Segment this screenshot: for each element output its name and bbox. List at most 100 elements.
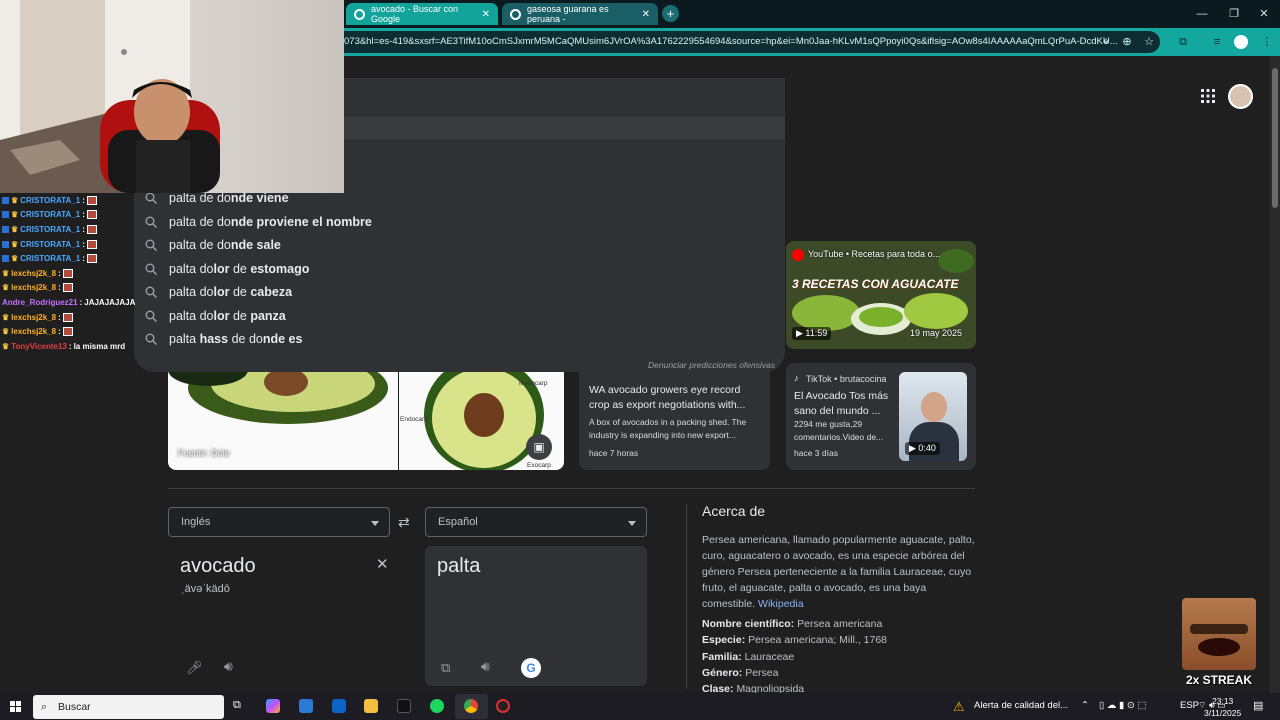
apps-grid-icon[interactable] [1201,89,1215,103]
news-title: WA avocado growers eye record crop as ex… [589,384,746,411]
search-icon [145,333,157,345]
spotify-icon[interactable] [430,699,444,713]
outlook-icon[interactable] [332,699,346,713]
copy-icon[interactable]: ⧉ [441,660,450,676]
store-icon[interactable] [299,699,313,713]
media-icon[interactable]: ≡ [1210,35,1224,49]
source-text-box[interactable]: avocado ˌävəˈkädō ✕ 🎤︎ 🔊︎ [168,546,405,686]
tray-chevron-icon[interactable]: ⌃ [1081,700,1089,711]
suggestion-text: palta de donde proviene el nombre [169,215,372,229]
news-result-card[interactable]: WA avocado growers eye record crop as ex… [579,363,770,470]
chat-username[interactable]: lexchsj2k_8 [11,313,56,322]
tab-avocado[interactable]: avocado - Buscar con Google ✕ [346,3,498,25]
suggestion-text: palta de donde sale [169,238,281,252]
source-language-select[interactable]: Inglés [168,507,390,537]
tray-app-icons[interactable]: ▯ ☁ ▮ ⊙ ⬚ [1099,700,1146,711]
chat-username[interactable]: CRISTORATA_1 [20,225,80,234]
tiktok-source: TikTok • brutacocina [806,374,887,384]
chrome-icon[interactable] [464,699,478,713]
notifications-icon[interactable]: ▤ [1253,699,1263,712]
crown-icon: ♛ [11,254,19,264]
source-text[interactable]: avocado [180,555,256,578]
tiktok-result-card[interactable]: ♪ TikTok • brutacocina El Avocado Tos má… [786,363,976,470]
search-suggestion[interactable]: palta de donde sale [145,235,281,255]
image-result-avocado[interactable]: Fuente: Dole [168,360,398,470]
clock-date[interactable]: 3/11/2025 [1204,708,1241,718]
about-heading: Acerca de [702,503,766,519]
clock-time[interactable]: 23:13 [1212,696,1233,706]
file-explorer-icon[interactable] [364,699,378,713]
chat-username[interactable]: CRISTORATA_1 [20,240,80,249]
language-indicator[interactable]: ESP [1180,700,1199,711]
emote-icon [62,327,73,337]
tab-guarana[interactable]: gaseosa guarana es peruana - ✕ [502,3,658,25]
page-scrollbar[interactable] [1270,56,1280,693]
task-view-icon[interactable]: ⧉ [233,699,247,713]
tiktok-thumbnail[interactable]: ▶ 0:40 [899,372,967,461]
weather-alert-text[interactable]: Alerta de calidad del... [974,700,1068,711]
bookmark-star-icon[interactable]: ☆ [1142,35,1156,49]
close-window-icon[interactable]: ✕ [1248,0,1280,28]
search-icon [145,286,157,298]
target-language-select[interactable]: Español [425,507,647,537]
chat-username[interactable]: CRISTORATA_1 [20,254,80,263]
wikipedia-link[interactable]: Wikipedia [758,598,804,610]
search-icon [145,192,157,204]
target-language-label: Español [438,516,478,528]
account-avatar[interactable] [1228,84,1253,109]
restore-icon[interactable]: ❐ [1218,0,1250,28]
search-suggestion[interactable]: palta de donde proviene el nombre [145,212,372,232]
report-predictions-link[interactable]: Denunciar predicciones ofensivas [648,360,775,370]
crown-icon: ♛ [2,327,10,337]
chat-username[interactable]: Andre_Rodriguez21 [2,298,78,307]
chat-text: JAJAJAJAJA [84,297,136,307]
tiktok-logo-icon: ♪ [794,373,799,383]
chat-username[interactable]: lexchsj2k_8 [11,327,56,336]
weather-alert-icon[interactable]: ⚠ [953,699,965,715]
url-field[interactable]: 073&hl=es-419&sxsrf=AE3TifM10oCmSJxmrM5M… [344,31,1160,53]
search-icon [145,216,157,228]
menu-icon[interactable]: ⋮ [1260,35,1274,49]
chat-username[interactable]: lexchsj2k_8 [11,269,56,278]
phonetic-text: ˌävəˈkädō [181,583,230,595]
search-suggestion[interactable]: palta dolor de estomago [145,259,309,279]
tiktok-app-icon[interactable] [397,699,411,713]
suggestion-placeholder-row [344,117,785,139]
speaker-icon[interactable]: 🔊︎ [481,658,490,675]
image-result-diagram[interactable]: Mesocarp Endocarp Exocarp ▣ [399,360,564,470]
about-fact: Especie: Persea americana; Mill., 1768 [702,634,888,646]
chat-username[interactable]: lexchsj2k_8 [11,283,56,292]
new-tab-button[interactable]: + [662,5,679,22]
microphone-icon[interactable]: 🎤︎ [186,660,203,676]
speaker-icon[interactable]: 🔊︎ [224,658,233,675]
copilot-icon[interactable] [266,699,280,713]
youtube-result-card[interactable]: YouTube • Recetas para toda o... 3 RECET… [786,241,976,349]
target-text-box: palta ⧉ 🔊︎ G [425,546,647,686]
crown-icon: ♛ [2,312,10,322]
chat-username[interactable]: CRISTORATA_1 [20,210,80,219]
google-translate-icon[interactable]: G [521,658,541,678]
zoom-icon[interactable]: ⊕ [1120,35,1134,49]
search-suggestion[interactable]: palta dolor de panza [145,306,286,326]
extensions-icon[interactable]: ⧉ [1176,35,1190,49]
crown-icon: ♛ [11,239,19,249]
crown-icon: ♛ [11,224,19,234]
google-favicon-icon [354,8,365,20]
windows-start-icon[interactable] [10,701,21,712]
chat-username[interactable]: CRISTORATA_1 [20,196,80,205]
clear-text-icon[interactable]: ✕ [376,555,389,573]
taskbar-search-input[interactable]: ⌕ Buscar [33,695,224,719]
swap-languages-icon[interactable]: ⇄ [398,514,410,531]
tab-close-icon[interactable]: ✕ [642,9,650,20]
obs-icon[interactable] [496,699,510,713]
tab-close-icon[interactable]: ✕ [482,9,490,20]
suggestion-text: palta de donde viene [169,191,289,205]
search-suggestion[interactable]: palta dolor de cabeza [145,282,292,302]
search-suggestion[interactable]: palta hass de donde es [145,329,302,349]
profile-avatar[interactable] [1234,35,1248,49]
minimize-icon[interactable]: — [1186,0,1218,28]
chat-text: la misma mrd [73,341,126,351]
chat-username[interactable]: TonyVicente13 [11,342,67,351]
location-icon[interactable]: ⌖ [1099,35,1113,49]
image-search-icon[interactable]: ▣ [526,434,552,460]
